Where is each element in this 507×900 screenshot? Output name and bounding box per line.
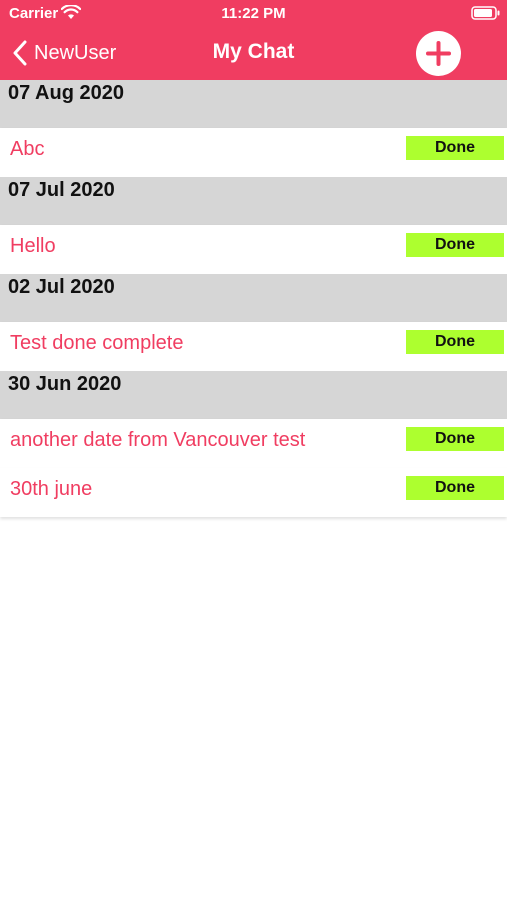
section-date: 30 Jun 2020 (8, 373, 122, 395)
done-button[interactable]: Done (406, 233, 504, 257)
back-label: NewUser (34, 41, 117, 64)
chat-title: Hello (10, 235, 56, 257)
done-button[interactable]: Done (406, 330, 504, 354)
back-button[interactable]: NewUser (12, 38, 116, 68)
chat-title: 30th june (10, 478, 93, 500)
chat-title: Test done complete (10, 332, 184, 354)
section-header: 07 Jul 2020 (0, 177, 507, 225)
chat-row[interactable]: Abc Done (0, 128, 507, 177)
done-button[interactable]: Done (406, 136, 504, 160)
plus-icon (426, 41, 451, 66)
chat-row[interactable]: another date from Vancouver test Done (0, 419, 507, 468)
section-header: 30 Jun 2020 (0, 371, 507, 419)
status-bar: Carrier 11:22 PM (0, 0, 507, 28)
section-date: 07 Aug 2020 (8, 82, 124, 104)
add-chat-button[interactable] (416, 31, 461, 76)
chat-title: Abc (10, 138, 45, 160)
section-header: 02 Jul 2020 (0, 274, 507, 322)
chat-list: 07 Aug 2020 Abc Done 07 Jul 2020 Hello D… (0, 80, 507, 517)
app-header: Carrier 11:22 PM NewUser My Chat (0, 0, 507, 80)
chat-row[interactable]: Test done complete Done (0, 322, 507, 371)
chat-row[interactable]: 30th june Done (0, 468, 507, 517)
battery-icon (471, 6, 500, 20)
done-button[interactable]: Done (406, 476, 504, 500)
chevron-left-icon (13, 40, 27, 66)
section-header: 07 Aug 2020 (0, 80, 507, 128)
done-button[interactable]: Done (406, 427, 504, 451)
chat-row[interactable]: Hello Done (0, 225, 507, 274)
section-date: 02 Jul 2020 (8, 276, 115, 298)
section-date: 07 Jul 2020 (8, 179, 115, 201)
clock: 11:22 PM (221, 5, 286, 22)
nav-bar: NewUser My Chat (0, 28, 507, 80)
chat-title: another date from Vancouver test (10, 429, 306, 451)
